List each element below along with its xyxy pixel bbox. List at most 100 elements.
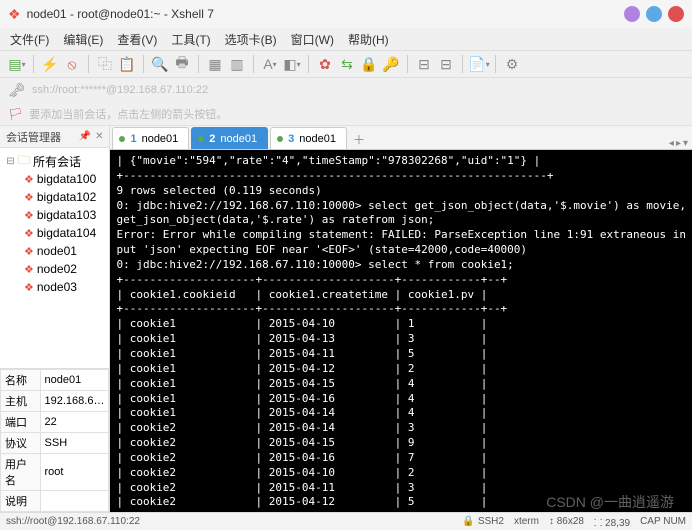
tab-num: 2 <box>209 133 215 145</box>
tree-item[interactable]: ❖bigdata104 <box>2 224 107 242</box>
panel-icon[interactable]: ▦ <box>206 55 224 73</box>
printer-icon[interactable]: 🖶 <box>173 55 191 73</box>
tab-add-button[interactable]: ＋ <box>349 129 369 149</box>
menubar: 文件(F) 编辑(E) 查看(V) 工具(T) 选项卡(B) 窗口(W) 帮助(… <box>0 28 692 50</box>
tree-item[interactable]: ❖node02 <box>2 260 107 278</box>
tab-next-icon[interactable]: ▸ <box>676 138 681 149</box>
flag-icon: 🏳 <box>8 107 23 121</box>
minimize-button[interactable] <box>624 6 640 22</box>
disconnect-icon[interactable]: ⦸ <box>63 55 81 73</box>
status-dot-icon <box>119 136 125 142</box>
tab-nav: ◂ ▸ ▾ <box>669 138 692 149</box>
separator <box>462 55 463 73</box>
lock-icon[interactable]: 🔒 <box>360 55 378 73</box>
paste-icon[interactable]: 📋 <box>118 55 136 73</box>
menu-file[interactable]: 文件(F) <box>10 31 49 48</box>
sidebar-header: 会话管理器 📌 ✕ <box>0 126 109 148</box>
host-icon: ❖ <box>24 281 34 294</box>
tab-label: node01 <box>142 133 179 145</box>
tree-root[interactable]: ⊟ 🗀 所有会话 <box>2 152 107 170</box>
new-session-icon[interactable]: ▤▾ <box>8 55 26 73</box>
tree-item[interactable]: ❖bigdata103 <box>2 206 107 224</box>
color-icon[interactable]: ◧▾ <box>283 55 301 73</box>
prop-key: 说明 <box>1 491 41 512</box>
find-icon[interactable]: 🔍 <box>151 55 169 73</box>
toolbar: ▤▾ ⚡ ⦸ ⿻ 📋 🔍 🖶 ▦ ▥ A▾ ◧▾ ✿ ⇆ 🔒 🔑 ⊟ ⊟ 📄▾ … <box>0 50 692 78</box>
separator <box>88 55 89 73</box>
lock-status-icon: 🔒 <box>462 516 474 527</box>
xftp-icon[interactable]: ✿ <box>316 55 334 73</box>
host-icon: ❖ <box>24 209 34 222</box>
terminal[interactable]: | {"movie":"594","rate":"4","timeStamp":… <box>110 150 692 512</box>
tree-item[interactable]: ❖bigdata100 <box>2 170 107 188</box>
tree-item-label: node01 <box>37 244 77 258</box>
font-icon[interactable]: A▾ <box>261 55 279 73</box>
status-ssh: SSH2 <box>478 516 504 527</box>
close-button[interactable] <box>668 6 684 22</box>
tree-root-label: 所有会话 <box>33 153 81 170</box>
prop-key: 协议 <box>1 433 41 454</box>
tab-prev-icon[interactable]: ◂ <box>669 138 674 149</box>
menu-window[interactable]: 窗口(W) <box>291 31 334 48</box>
tree-item-label: node03 <box>37 280 77 294</box>
main-area: 会话管理器 📌 ✕ ⊟ 🗀 所有会话 ❖bigdata100 ❖bigdata1… <box>0 126 692 512</box>
session-properties: 名称node01 主机192.168.6… 端口22 协议SSH 用户名root… <box>0 368 109 512</box>
host-icon: ❖ <box>24 263 34 276</box>
prop-val: SSH <box>40 433 109 454</box>
tree-item-label: bigdata102 <box>37 190 96 204</box>
prop-row: 名称node01 <box>1 370 109 391</box>
keylock-icon[interactable]: 🔑 <box>382 55 400 73</box>
tree-item[interactable]: ❖node01 <box>2 242 107 260</box>
tree-item[interactable]: ❖node03 <box>2 278 107 296</box>
menu-edit[interactable]: 编辑(E) <box>63 31 103 48</box>
separator <box>495 55 496 73</box>
transfer-icon[interactable]: ⇆ <box>338 55 356 73</box>
toggle2-icon[interactable]: ⊟ <box>437 55 455 73</box>
tab-label: node01 <box>299 133 336 145</box>
connect-icon[interactable]: ⚡ <box>41 55 59 73</box>
host-icon: ❖ <box>24 227 34 240</box>
status-term: xterm <box>514 516 539 527</box>
prop-row: 端口22 <box>1 412 109 433</box>
prop-val: 192.168.6… <box>40 391 109 412</box>
prop-row: 说明 <box>1 491 109 512</box>
prop-row: 用户名root <box>1 454 109 491</box>
copy-icon[interactable]: ⿻ <box>96 55 114 73</box>
folder-icon: 🗀 <box>18 151 30 172</box>
address-text[interactable]: ssh://root:******@192.168.67.110:22 <box>32 84 208 96</box>
sidebar-pin-icon[interactable]: 📌 <box>79 131 91 142</box>
content-area: 1 node01 2 node01 3node01 ＋ ◂ ▸ ▾ | {"movi… <box>110 126 692 512</box>
tab-3[interactable]: 3node01 <box>270 127 347 149</box>
prop-key: 主机 <box>1 391 41 412</box>
tab-2[interactable]: 2 node01 <box>191 127 268 149</box>
maximize-button[interactable] <box>646 6 662 22</box>
separator <box>198 55 199 73</box>
tab-label: node01 <box>220 133 257 145</box>
prop-key: 用户名 <box>1 454 41 491</box>
toggle1-icon[interactable]: ⊟ <box>415 55 433 73</box>
menu-tabs[interactable]: 选项卡(B) <box>225 31 277 48</box>
prop-row: 协议SSH <box>1 433 109 454</box>
sessions-icon[interactable]: ▥ <box>228 55 246 73</box>
tree-item[interactable]: ❖bigdata102 <box>2 188 107 206</box>
separator <box>308 55 309 73</box>
menu-view[interactable]: 查看(V) <box>117 31 157 48</box>
prop-row: 主机192.168.6… <box>1 391 109 412</box>
script-icon[interactable]: 📄▾ <box>470 55 488 73</box>
settings-icon[interactable]: ⚙ <box>503 55 521 73</box>
prop-key: 名称 <box>1 370 41 391</box>
menu-tools[interactable]: 工具(T) <box>171 31 210 48</box>
titlebar: ❖ node01 - root@node01:~ - Xshell 7 <box>0 0 692 28</box>
sidebar-close-icon[interactable]: ✕ <box>95 131 103 142</box>
tab-1[interactable]: 1 node01 <box>112 127 189 149</box>
collapse-icon[interactable]: ⊟ <box>6 156 15 167</box>
hint-text: 要添加当前会话，点击左侧的箭头按钮。 <box>29 106 227 122</box>
host-icon: ❖ <box>24 245 34 258</box>
menu-help[interactable]: 帮助(H) <box>348 31 389 48</box>
status-pos: ⸬ 28,39 <box>594 515 630 529</box>
tab-num: 1 <box>130 133 136 145</box>
tab-menu-icon[interactable]: ▾ <box>683 138 688 149</box>
session-tree: ⊟ 🗀 所有会话 ❖bigdata100 ❖bigdata102 ❖bigdat… <box>0 148 109 368</box>
status-caps: CAP NUM <box>640 516 686 527</box>
address-key-icon[interactable]: 🗝 <box>8 81 26 99</box>
